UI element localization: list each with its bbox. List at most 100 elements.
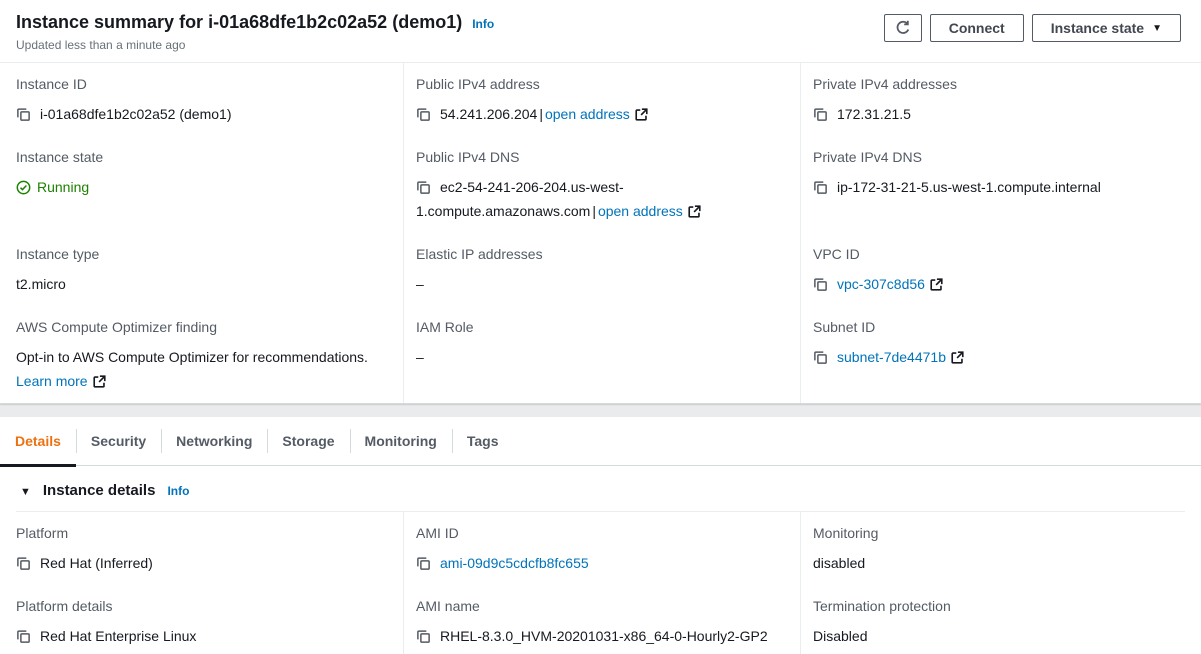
details-card: Details Security Networking Storage Moni… [0,417,1201,654]
field-label: Public IPv4 address [416,74,782,94]
external-link-icon[interactable] [635,108,648,121]
field-label: VPC ID [813,244,1183,264]
field-instance-state: Instance state Running [0,136,403,233]
field-platform-details: Platform details Red Hat Enterprise Linu… [0,585,403,654]
field-label: Instance type [16,244,385,264]
separator: | [537,106,545,122]
connect-button-label: Connect [949,20,1005,36]
chevron-down-icon: ▼ [1152,23,1162,34]
tab-details[interactable]: Details [0,417,76,465]
field-label: Private IPv4 addresses [813,74,1183,94]
tab-tags[interactable]: Tags [452,417,514,465]
field-value: – [416,272,782,296]
field-instance-type: Instance type t2.micro [0,233,403,306]
field-private-ipv4: Private IPv4 addresses 172.31.21.5 [800,63,1201,136]
field-subnet-id: Subnet ID subnet-7de4471b [800,306,1201,403]
field-label: Private IPv4 DNS [813,147,1183,167]
field-compute-optimizer: AWS Compute Optimizer finding Opt-in to … [0,306,403,403]
field-platform: Platform Red Hat (Inferred) [0,512,403,585]
field-public-ipv4: Public IPv4 address 54.241.206.204|open … [403,63,800,136]
collapse-caret-icon: ▼ [20,486,31,498]
field-label: Platform [16,523,385,543]
summary-grid: Instance ID i-01a68dfe1b2c02a52 (demo1) … [0,63,1201,403]
refresh-button[interactable] [884,14,922,42]
copy-icon[interactable] [416,180,431,195]
updated-timestamp: Updated less than a minute ago [16,38,494,52]
field-ami-id: AMI ID ami-09d9c5cdcfb8fc655 [403,512,800,585]
field-value: i-01a68dfe1b2c02a52 (demo1) [40,106,231,122]
ami-link[interactable]: ami-09d9c5cdcfb8fc655 [440,555,589,571]
instance-summary-card: Instance summary for i-01a68dfe1b2c02a52… [0,0,1201,404]
field-label: Public IPv4 DNS [416,147,782,167]
subnet-link[interactable]: subnet-7de4471b [837,349,946,365]
field-value: RHEL-8.3.0_HVM-20201031-x86_64-0-Hourly2… [440,628,768,644]
external-link-icon[interactable] [93,375,106,388]
tab-security[interactable]: Security [76,417,161,465]
copy-icon[interactable] [16,629,31,644]
field-label: Elastic IP addresses [416,244,782,264]
refresh-icon [895,20,911,36]
field-label: AMI name [416,596,782,616]
field-monitoring: Monitoring disabled [800,512,1201,585]
copy-icon[interactable] [416,107,431,122]
page-title: Instance summary for i-01a68dfe1b2c02a52… [16,12,462,33]
field-value: 54.241.206.204 [440,106,537,122]
field-label: Subnet ID [813,317,1183,337]
field-label: Platform details [16,596,385,616]
instance-state-button-label: Instance state [1051,20,1144,36]
copy-icon[interactable] [416,556,431,571]
tab-monitoring[interactable]: Monitoring [350,417,452,465]
vpc-link[interactable]: vpc-307c8d56 [837,276,925,292]
instance-state-button[interactable]: Instance state ▼ [1032,14,1181,42]
field-label: Termination protection [813,596,1183,616]
status-badge: Running [37,179,89,195]
field-label: Instance state [16,147,385,167]
field-label: AWS Compute Optimizer finding [16,317,385,337]
external-link-icon[interactable] [688,205,701,218]
instance-details-header[interactable]: ▼ Instance details Info [0,482,1201,511]
connect-button[interactable]: Connect [930,14,1024,42]
field-value: 172.31.21.5 [837,106,911,122]
field-label: Instance ID [16,74,385,94]
copy-icon[interactable] [813,180,828,195]
field-instance-id: Instance ID i-01a68dfe1b2c02a52 (demo1) [0,63,403,136]
field-vpc-id: VPC ID vpc-307c8d56 [800,233,1201,306]
field-label: IAM Role [416,317,782,337]
field-value: Opt-in to AWS Compute Optimizer for reco… [16,349,368,365]
field-value: Disabled [813,624,1183,648]
copy-icon[interactable] [16,107,31,122]
field-value: – [416,345,782,369]
learn-more-link[interactable]: Learn more [16,373,88,389]
copy-icon[interactable] [416,629,431,644]
field-value: Red Hat (Inferred) [40,555,153,571]
details-grid: Platform Red Hat (Inferred) AMI ID ami-0… [0,512,1201,654]
field-iam-role: IAM Role – [403,306,800,403]
field-value: t2.micro [16,276,66,292]
field-value: disabled [813,551,1183,575]
tab-networking[interactable]: Networking [161,417,267,465]
open-address-link[interactable]: open address [598,203,683,219]
tab-storage[interactable]: Storage [267,417,349,465]
field-ami-name: AMI name RHEL-8.3.0_HVM-20201031-x86_64-… [403,585,800,654]
field-value: Red Hat Enterprise Linux [40,628,196,644]
field-private-dns: Private IPv4 DNS ip-172-31-21-5.us-west-… [800,136,1201,233]
field-public-dns: Public IPv4 DNS ec2-54-241-206-204.us-we… [403,136,800,233]
copy-icon[interactable] [813,107,828,122]
field-label: Monitoring [813,523,1183,543]
running-status-icon [16,180,31,195]
field-value: ip-172-31-21-5.us-west-1.compute.interna… [837,179,1101,195]
copy-icon[interactable] [813,277,828,292]
external-link-icon[interactable] [930,278,943,291]
field-label: AMI ID [416,523,782,543]
section-title: Instance details [43,482,156,499]
copy-icon[interactable] [813,350,828,365]
details-info-link[interactable]: Info [167,484,189,498]
field-elastic-ip: Elastic IP addresses – [403,233,800,306]
summary-header: Instance summary for i-01a68dfe1b2c02a52… [0,0,1201,62]
field-termination-protection: Termination protection Disabled [800,585,1201,654]
external-link-icon[interactable] [951,351,964,364]
instance-details-panel: ▼ Instance details Info Platform Red Hat… [0,466,1201,654]
summary-info-link[interactable]: Info [472,17,494,31]
copy-icon[interactable] [16,556,31,571]
open-address-link[interactable]: open address [545,106,630,122]
